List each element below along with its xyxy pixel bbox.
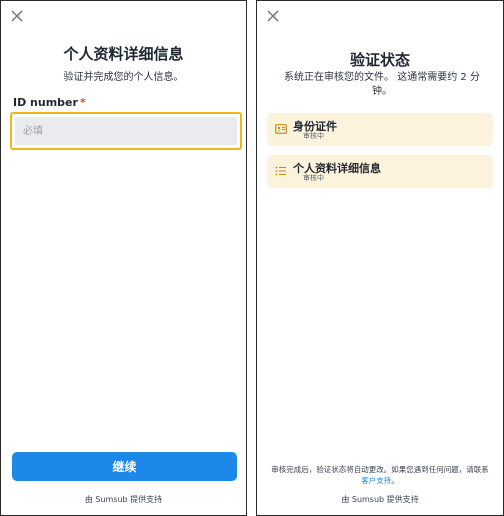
required-mark: * xyxy=(79,96,86,109)
powered-by-footer: 由 Sumsub 提供支持 xyxy=(84,495,163,504)
id-number-input[interactable] xyxy=(15,117,237,145)
card-status: 审核中 xyxy=(303,132,324,140)
customer-support-link[interactable]: 客户支持 xyxy=(361,476,391,485)
profile-details-card[interactable]: 个人资料详细信息 审核中 xyxy=(267,155,493,188)
list-icon xyxy=(275,162,287,176)
page-title: 验证状态 xyxy=(349,51,410,69)
id-number-label: ID number * xyxy=(13,96,86,109)
continue-button[interactable]: 继续 xyxy=(12,452,237,481)
profile-details-screen: 个人资料详细信息 验证并完成您的个人信息。 ID number* 继续 由 Su… xyxy=(0,0,247,516)
card-status: 审核中 xyxy=(303,174,324,182)
id-card-icon xyxy=(275,120,287,134)
id-number-label-text: ID number xyxy=(13,96,78,109)
powered-by-footer: 由 Sumsub 提供支持 xyxy=(341,495,419,504)
page-subtitle: 系统正在审核您的文件。 这通常需要约 2 分钟。 xyxy=(284,72,480,97)
id-number-input-frame xyxy=(10,112,242,150)
review-note-text: 审核完成后，验证状态将自动更改。如果您遇到任何问题，请联系 xyxy=(271,465,489,474)
close-icon[interactable] xyxy=(11,10,25,24)
review-note: 审核完成后，验证状态将自动更改。如果您遇到任何问题，请联系客户支持。 xyxy=(269,464,491,486)
close-icon[interactable] xyxy=(267,10,281,24)
review-note-end: 。 xyxy=(391,476,399,485)
page-title: 个人资料详细信息 xyxy=(63,45,184,63)
verification-status-screen: 验证状态 系统正在审核您的文件。 这通常需要约 2 分钟。 身份证件 审核中 个… xyxy=(256,0,504,516)
identity-document-card[interactable]: 身份证件 审核中 xyxy=(267,113,493,146)
page-subtitle: 验证并完成您的个人信息。 xyxy=(63,72,184,83)
